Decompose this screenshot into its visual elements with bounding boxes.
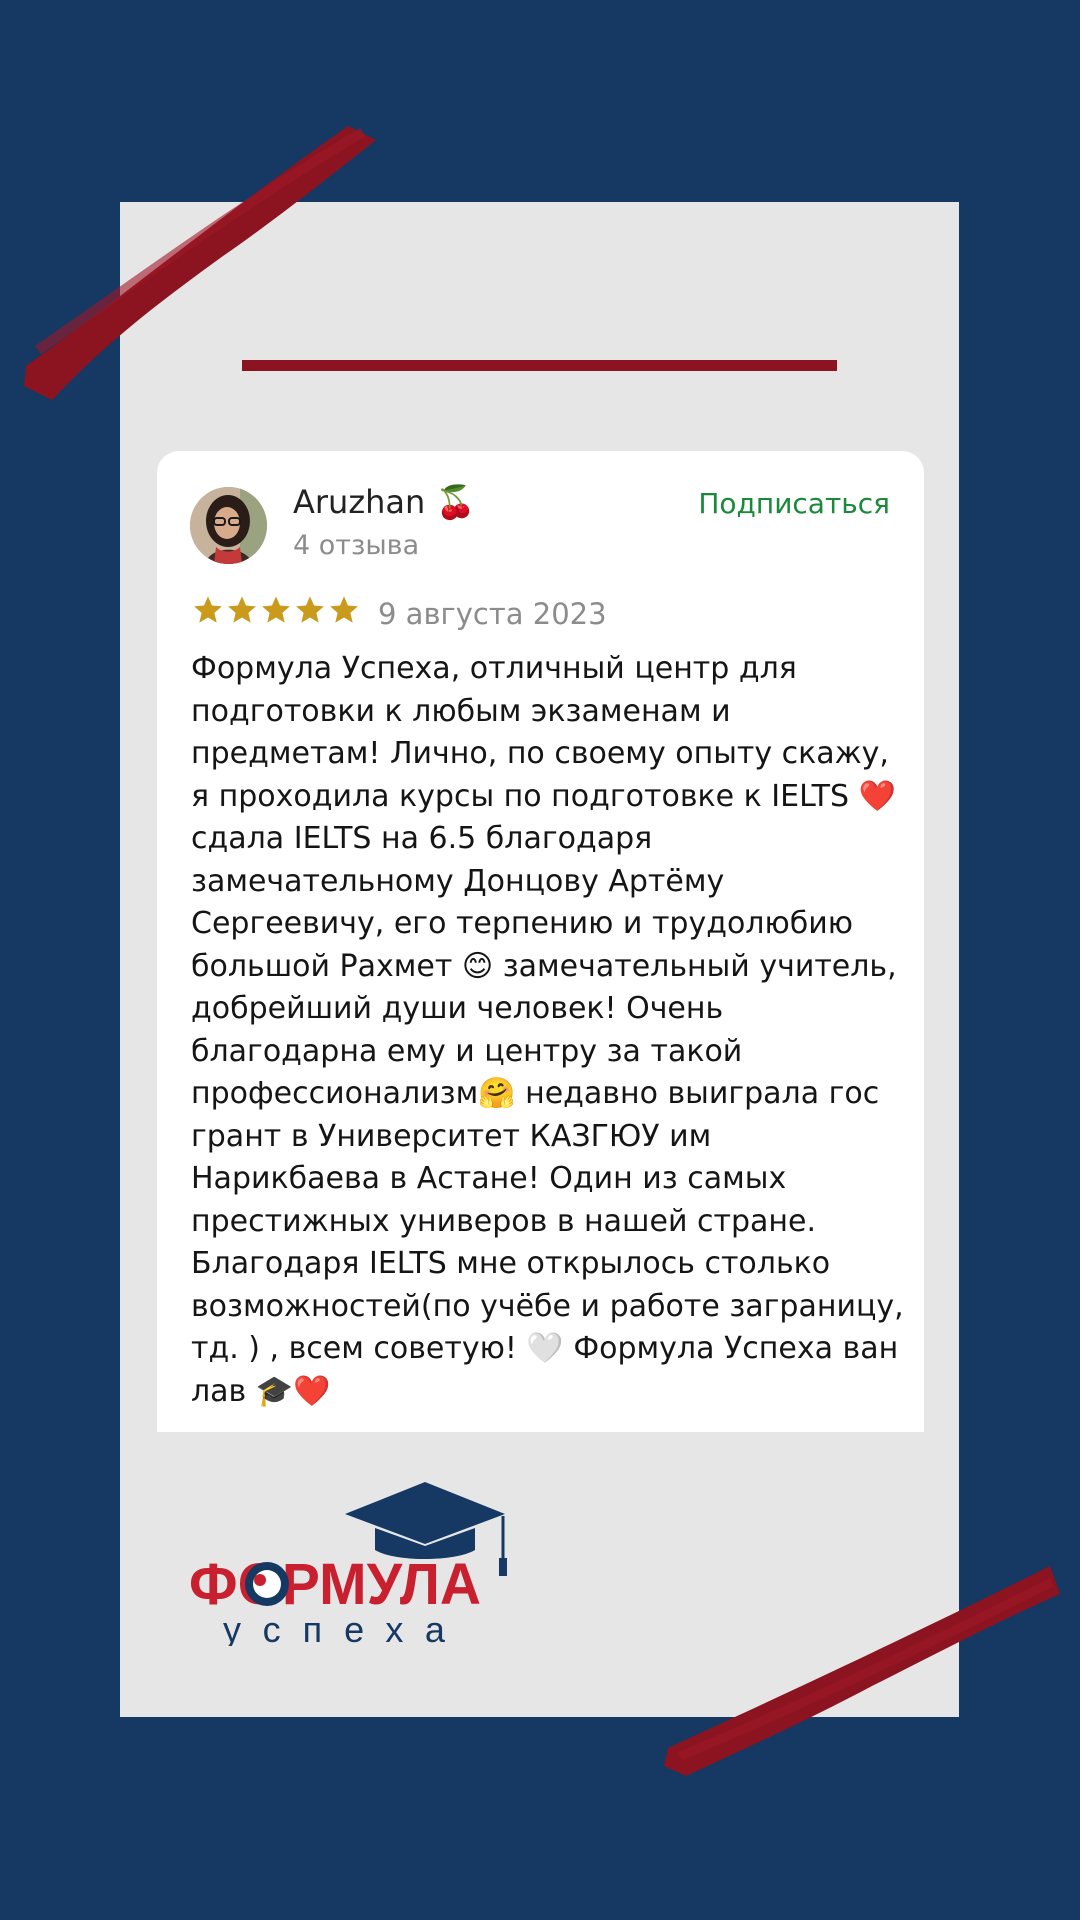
review-text-line: подготовки к любым экзаменам и (191, 693, 731, 729)
review-text: Формула Успеха, отличный центр для подгот… (191, 648, 906, 1413)
review-text-line: грант в Университет КАЗГЮУ им (191, 1118, 712, 1154)
review-text-line: Формула Успеха, отличный центр для (191, 651, 797, 686)
review-text-line: престижных универов в нашей стране. (191, 1203, 816, 1239)
review-text-line: благодарна ему и центру за такой (191, 1033, 743, 1069)
review-text-line: большой Рахмет 😊 замечательный учитель, (191, 948, 897, 984)
star-icon (194, 596, 222, 623)
brush-stroke-bottom-right (664, 1566, 1060, 1776)
formula-uspeha-logo: ФОРМУЛА успеха (189, 1482, 507, 1646)
review-text-line: я проходила курсы по подготовке к IELTS … (191, 778, 896, 814)
logo-text-formula: ФОРМУЛА (189, 1552, 481, 1617)
logo-text-uspeha: успеха (223, 1609, 467, 1646)
review-text-line: тд. ) , всем советую! 🤍 Формула Успеха в… (191, 1331, 899, 1366)
review-text-line: лав 🎓❤️ (191, 1373, 331, 1409)
subscribe-button[interactable]: Подписаться (698, 486, 890, 522)
review-text-line: замечательному Донцову Артёму (191, 863, 725, 899)
star-icon (262, 596, 290, 623)
author-name[interactable]: Aruzhan 🍒 (293, 480, 475, 524)
review-text-line: Сергеевичу, его терпению и трудолюбию (191, 906, 853, 941)
review-text-line: возможностей(по учёбе и работе заграницу… (191, 1288, 904, 1324)
star-icon (296, 596, 324, 623)
review-text-line: профессионализм🤗 недавно выиграла гос (191, 1076, 880, 1111)
review-text-line: предметам! Лично, по своему опыту скажу, (191, 736, 889, 771)
star-rating (192, 594, 360, 626)
review-date: 9 августа 2023 (378, 597, 607, 631)
review-text-line: Нарикбаева в Астане! Один из самых (191, 1161, 787, 1196)
review-text-line: сдала IELTS на 6.5 благодаря (191, 821, 653, 856)
avatar[interactable] (190, 487, 267, 564)
review-count[interactable]: 4 отзыва (293, 528, 419, 564)
review-text-line: добрейший души человек! Очень (191, 991, 724, 1026)
review-text-line: Благодаря IELTS мне открылось столько (191, 1246, 831, 1281)
star-icon (330, 596, 358, 623)
header-divider (242, 360, 837, 371)
star-icon (228, 596, 256, 623)
